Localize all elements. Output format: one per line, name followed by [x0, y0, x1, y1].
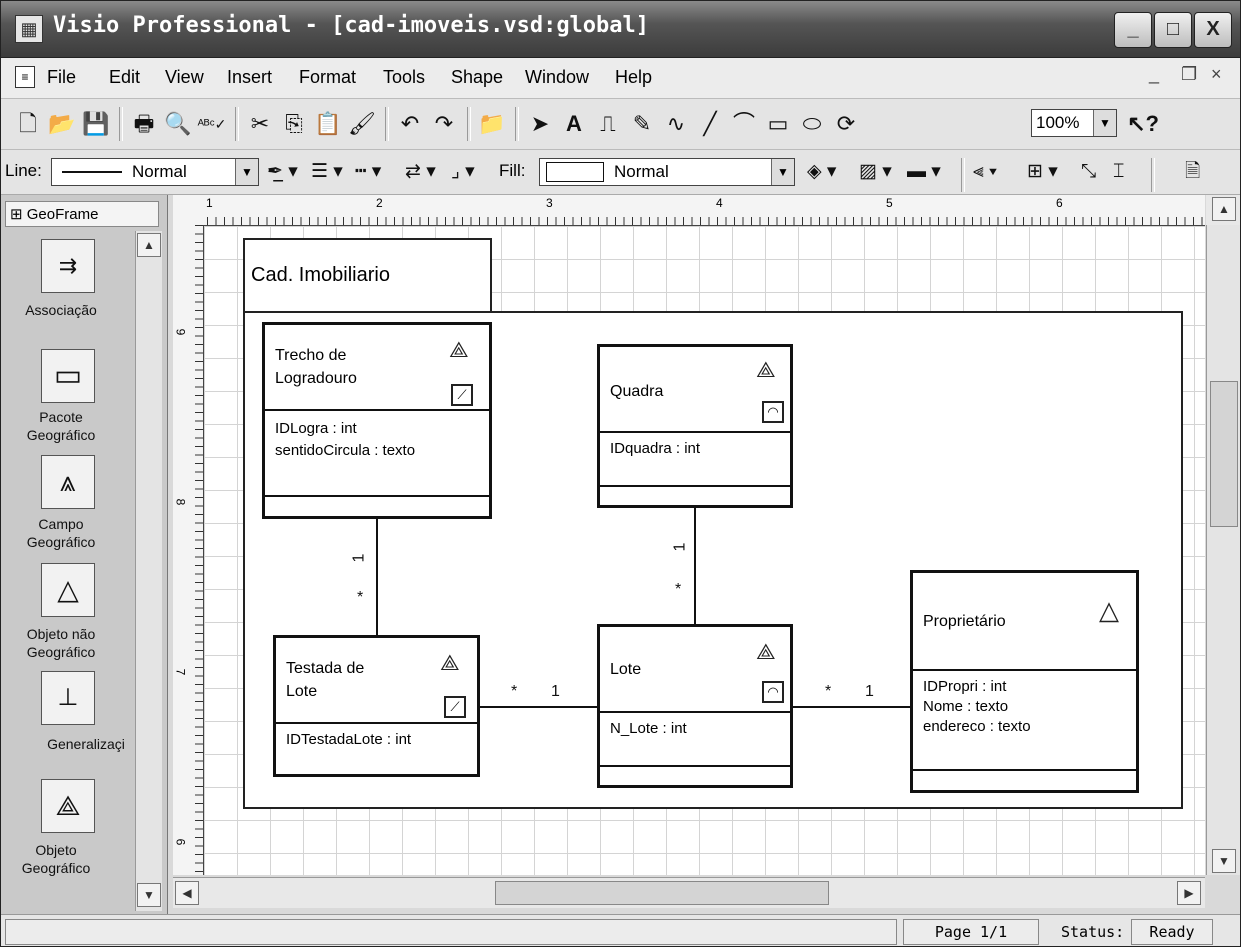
page-indicator[interactable]: Page 1/1 — [903, 919, 1039, 945]
class-attribute: Nome : texto — [923, 698, 1009, 715]
non-geo-object-icon: △ — [1099, 595, 1119, 625]
drawing-vertical-scrollbar[interactable]: ▲ ▼ — [1206, 197, 1240, 875]
class-divider — [913, 769, 1136, 771]
drawing-horizontal-scrollbar[interactable]: ◀ ▶ — [173, 877, 1205, 908]
polygon-geometry-icon: ◠ — [762, 681, 784, 703]
multiplicity-label: * — [825, 683, 832, 700]
geo-object-icon: ⟁ — [756, 357, 776, 382]
class-divider — [600, 711, 790, 713]
class-name-line: Lote — [286, 683, 318, 700]
class-name: Quadra — [610, 383, 664, 400]
class-divider — [265, 495, 489, 497]
scroll-up-icon[interactable]: ▲ — [1212, 197, 1236, 221]
scroll-down-icon[interactable]: ▼ — [1212, 849, 1236, 873]
line-geometry-icon: ⟋ — [444, 696, 466, 718]
geo-object-icon: ⟁ — [756, 639, 776, 664]
class-lote[interactable]: Lote ⟁ ◠ N_Lote : int — [597, 624, 793, 788]
geo-object-icon: ⟁ — [449, 337, 469, 362]
class-attribute: IDquadra : int — [610, 440, 701, 457]
class-attribute: IDTestadaLote : int — [286, 731, 412, 748]
multiplicity-label: * — [675, 581, 682, 598]
class-trecho-de-logradouro[interactable]: Trecho de Logradouro ⟁ ⟋ IDLogra : int s… — [262, 322, 492, 519]
class-quadra[interactable]: Quadra ⟁ ◠ IDquadra : int — [597, 344, 793, 508]
status-label: Status: — [1061, 923, 1125, 941]
class-divider — [600, 485, 790, 487]
class-divider — [600, 431, 790, 433]
class-testada-de-lote[interactable]: Testada de Lote ⟁ ⟋ IDTestadaLote : int — [273, 635, 480, 777]
scroll-right-icon[interactable]: ▶ — [1177, 881, 1201, 905]
class-attribute: sentidoCircula : texto — [275, 442, 416, 459]
class-name-line: Logradouro — [275, 370, 357, 387]
class-attribute: IDPropri : int — [923, 678, 1007, 695]
application-window: ▦ Visio Professional - [cad-imoveis.vsd:… — [0, 0, 1241, 947]
class-divider — [913, 669, 1136, 671]
line-geometry-icon: ⟋ — [451, 384, 473, 406]
vertical-scroll-thumb[interactable] — [1210, 381, 1238, 527]
class-name: Lote — [610, 661, 642, 678]
horizontal-scroll-thumb[interactable] — [495, 881, 829, 905]
multiplicity-label: * — [511, 683, 518, 700]
geo-object-icon: ⟁ — [440, 650, 460, 675]
class-name-line: Testada de — [286, 660, 365, 677]
class-divider — [600, 765, 790, 767]
class-proprietario[interactable]: Proprietário △ IDPropri : int Nome : tex… — [910, 570, 1139, 793]
class-divider — [276, 722, 477, 724]
class-divider — [265, 409, 489, 411]
class-name-line: Trecho de — [275, 347, 347, 364]
multiplicity-label: * — [357, 589, 364, 606]
status-bar: Page 1/1 Status: Ready — [1, 914, 1240, 946]
class-name: Proprietário — [923, 613, 1006, 630]
multiplicity-label: 1 — [551, 683, 560, 700]
multiplicity-label: 1 — [671, 542, 689, 552]
status-value: Ready — [1131, 919, 1213, 945]
status-message-area — [5, 919, 897, 945]
multiplicity-label: 1 — [350, 553, 368, 563]
scroll-left-icon[interactable]: ◀ — [175, 881, 199, 905]
polygon-geometry-icon: ◠ — [762, 401, 784, 423]
multiplicity-label: 1 — [865, 683, 874, 700]
class-attribute: N_Lote : int — [610, 720, 687, 737]
class-attribute: IDLogra : int — [275, 420, 357, 437]
class-attribute: endereco : texto — [923, 718, 1031, 735]
